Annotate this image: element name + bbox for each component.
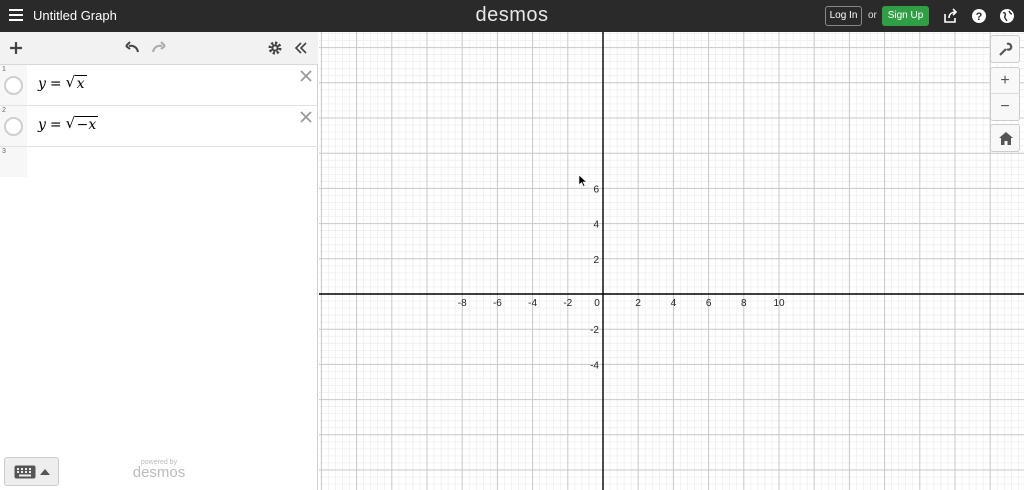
zoom-out-button[interactable]: −	[991, 94, 1019, 120]
graph-title[interactable]: Untitled Graph	[33, 8, 117, 23]
expression-number: 3	[2, 148, 6, 155]
login-button[interactable]: Log In	[825, 6, 862, 26]
keyboard-icon	[14, 465, 36, 479]
undo-icon[interactable]	[124, 40, 140, 56]
graph-settings-control[interactable]	[990, 35, 1020, 63]
square-root: √ x	[65, 73, 87, 92]
graph-paper[interactable]: -8 -6 -4 -2 0 2 4 6 8 10 6 4 2 -2 -4	[319, 32, 1024, 490]
expression-row[interactable]: 1 y = √ x	[0, 65, 318, 106]
y-tick-label: -4	[590, 360, 599, 371]
expression-visibility-toggle[interactable]	[4, 76, 23, 95]
expression-number: 1	[2, 66, 6, 73]
redo-icon[interactable]	[151, 40, 167, 56]
collapse-panel-icon[interactable]	[293, 40, 309, 56]
x-tick-label: 2	[635, 298, 641, 309]
y-tick-label: 2	[593, 255, 599, 266]
delete-expression-icon[interactable]	[299, 110, 313, 124]
zoom-controls: + −	[990, 67, 1020, 121]
expression-panel: 1 y = √ x 2 y = √ −x 3 powered by desmos	[0, 32, 318, 490]
y-tick-label: 4	[593, 220, 599, 231]
language-globe-icon[interactable]	[999, 8, 1015, 24]
expression-gutter: 1	[0, 65, 27, 105]
x-tick-label: -2	[563, 298, 572, 309]
x-tick-label: -8	[458, 298, 467, 309]
x-tick-label: 8	[741, 298, 747, 309]
x-tick-label: 4	[671, 298, 677, 309]
add-item-icon[interactable]	[8, 40, 24, 56]
delete-expression-icon[interactable]	[299, 69, 313, 83]
y-tick-label: 6	[593, 184, 599, 195]
expression-toolbar	[0, 32, 318, 65]
or-text: or	[868, 10, 877, 21]
menu-icon[interactable]	[9, 9, 23, 21]
top-bar: Untitled Graph desmos Log In or Sign Up …	[0, 0, 1024, 32]
expression-math[interactable]: y = √ x	[38, 73, 87, 92]
help-icon[interactable]: ?	[971, 8, 987, 24]
zoom-in-button[interactable]: +	[991, 68, 1019, 94]
home-icon[interactable]	[999, 132, 1013, 145]
x-tick-label: 0	[594, 298, 600, 309]
x-tick-label: -4	[528, 298, 537, 309]
settings-gear-icon[interactable]	[267, 40, 283, 56]
expression-row[interactable]: 2 y = √ −x	[0, 106, 318, 147]
new-expression-row[interactable]: 3	[0, 147, 27, 177]
share-icon[interactable]	[943, 8, 959, 24]
x-tick-label: 6	[706, 298, 712, 309]
expression-math[interactable]: y = √ −x	[38, 114, 99, 133]
x-tick-label: -6	[493, 298, 502, 309]
expression-gutter: 2	[0, 106, 27, 146]
mouse-cursor-icon	[579, 175, 587, 187]
signup-button[interactable]: Sign Up	[882, 6, 929, 26]
powered-by-desmos[interactable]: powered by desmos	[130, 459, 188, 480]
graph-canvas[interactable]: -8 -6 -4 -2 0 2 4 6 8 10 6 4 2 -2 -4	[319, 32, 1024, 490]
expression-number: 2	[2, 107, 6, 114]
caret-up-icon	[40, 469, 50, 475]
default-view-control[interactable]	[990, 124, 1020, 152]
x-tick-label: 10	[773, 298, 785, 309]
keyboard-toggle-button[interactable]	[4, 457, 59, 486]
y-tick-label: -2	[590, 325, 599, 336]
expression-visibility-toggle[interactable]	[4, 117, 23, 136]
svg-text:?: ?	[976, 11, 983, 23]
square-root: √ −x	[65, 114, 99, 133]
wrench-icon[interactable]	[998, 42, 1013, 57]
